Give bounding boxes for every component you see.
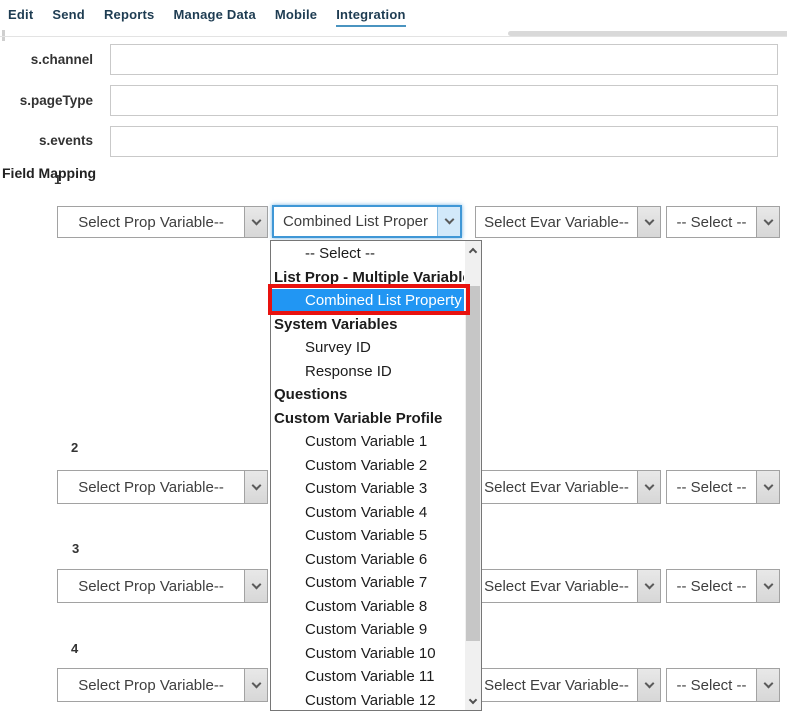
dropdown-option[interactable]: Custom Variable 9 — [271, 618, 464, 642]
dropdown-option[interactable]: Custom Variable 7 — [271, 571, 464, 595]
chevron-down-icon — [637, 471, 660, 503]
nav-divider — [0, 36, 787, 37]
chevron-down-icon — [244, 570, 267, 602]
dropdown-option[interactable]: Custom Variable 1 — [271, 430, 464, 454]
chevron-down-icon — [637, 669, 660, 701]
row-number-4: 4 — [71, 641, 78, 656]
select-value: Select Evar Variable-- — [476, 207, 637, 237]
dropdown-group-header: Questions — [271, 383, 464, 407]
select-value: -- Select -- — [667, 570, 756, 602]
dropdown-option[interactable]: -- Select -- — [271, 242, 464, 266]
events-input[interactable] — [110, 126, 778, 157]
select-value: -- Select -- — [667, 207, 756, 237]
chevron-down-icon — [244, 471, 267, 503]
channel-label: s.channel — [0, 52, 93, 67]
nav-tab-manage-data[interactable]: Manage Data — [173, 7, 255, 27]
prop-variable-select-4[interactable]: Select Prop Variable-- — [57, 668, 268, 702]
nav-tab-edit[interactable]: Edit — [8, 7, 33, 27]
evar-variable-select-3[interactable]: Select Evar Variable-- — [475, 569, 661, 603]
dropdown-option[interactable]: Custom Variable 8 — [271, 595, 464, 619]
chevron-down-icon — [756, 471, 779, 503]
row-number-3: 3 — [72, 541, 79, 556]
evar-variable-select-4[interactable]: Select Evar Variable-- — [475, 668, 661, 702]
dropdown-option[interactable]: Custom Variable 12 — [271, 689, 464, 713]
channel-input[interactable] — [110, 44, 778, 75]
evar-variable-select-1[interactable]: Select Evar Variable-- — [475, 206, 661, 238]
select-value: Select Prop Variable-- — [58, 669, 244, 701]
dropdown-option[interactable]: Response ID — [271, 360, 464, 384]
prop-variable-select-2[interactable]: Select Prop Variable-- — [57, 470, 268, 504]
prop-variable-select-1[interactable]: Select Prop Variable-- — [57, 206, 268, 238]
evar-variable-select-2[interactable]: Select Evar Variable-- — [475, 470, 661, 504]
dropdown-group-header: System Variables — [271, 313, 464, 337]
dropdown-option[interactable]: Custom Variable 3 — [271, 477, 464, 501]
event-select-1[interactable]: -- Select -- — [666, 206, 780, 238]
select-value: Combined List Proper — [274, 207, 437, 236]
select-value: Select Prop Variable-- — [58, 471, 244, 503]
select-value: -- Select -- — [667, 669, 756, 701]
chevron-down-icon — [756, 207, 779, 237]
dropdown-group-header: List Prop - Multiple Variable — [271, 266, 464, 290]
dropdown-option-selected[interactable]: Combined List Property — [271, 289, 464, 313]
scroll-down-icon[interactable] — [465, 693, 481, 709]
row-number-1: 1 — [54, 172, 61, 187]
nav-tab-reports[interactable]: Reports — [104, 7, 155, 27]
select-value: Select Evar Variable-- — [476, 669, 637, 701]
dropdown-group-header: Custom Variable Profile — [271, 407, 464, 431]
chevron-down-icon — [244, 669, 267, 701]
pagetype-label: s.pageType — [0, 93, 93, 108]
chevron-down-icon — [437, 207, 460, 236]
scroll-up-icon[interactable] — [465, 242, 481, 258]
event-select-4[interactable]: -- Select -- — [666, 668, 780, 702]
dropdown-scrollbar[interactable] — [465, 241, 481, 710]
select-value: Select Prop Variable-- — [58, 570, 244, 602]
event-select-2[interactable]: -- Select -- — [666, 470, 780, 504]
nav-tab-mobile[interactable]: Mobile — [275, 7, 317, 27]
select-value: Select Prop Variable-- — [58, 207, 244, 237]
integration-page: Edit Send Reports Manage Data Mobile Int… — [0, 0, 787, 715]
dropdown-option[interactable]: Custom Variable 4 — [271, 501, 464, 525]
dropdown-option[interactable]: Custom Variable 2 — [271, 454, 464, 478]
chevron-down-icon — [637, 570, 660, 602]
dropdown-option[interactable]: Custom Variable 10 — [271, 642, 464, 666]
scrollbar-thumb[interactable] — [466, 286, 480, 641]
event-select-3[interactable]: -- Select -- — [666, 569, 780, 603]
dropdown-option[interactable]: Custom Variable 6 — [271, 548, 464, 572]
top-nav: Edit Send Reports Manage Data Mobile Int… — [8, 7, 406, 27]
field-mapping-title: Field Mapping — [2, 165, 96, 181]
nav-tab-integration[interactable]: Integration — [336, 7, 405, 27]
section-divider-bar — [508, 31, 787, 36]
dropdown-option[interactable]: Custom Variable 5 — [271, 524, 464, 548]
nav-tab-send[interactable]: Send — [52, 7, 85, 27]
chevron-down-icon — [637, 207, 660, 237]
select-value: Select Evar Variable-- — [476, 471, 637, 503]
prop-variable-select-3[interactable]: Select Prop Variable-- — [57, 569, 268, 603]
select-value: -- Select -- — [667, 471, 756, 503]
dropdown-option[interactable]: Custom Variable 11 — [271, 665, 464, 689]
events-label: s.events — [0, 133, 93, 148]
pagetype-input[interactable] — [110, 85, 778, 116]
dropdown-option-list: -- Select -- List Prop - Multiple Variab… — [271, 242, 464, 712]
list-prop-dropdown-panel: -- Select -- List Prop - Multiple Variab… — [270, 240, 482, 711]
dropdown-option[interactable]: Survey ID — [271, 336, 464, 360]
chevron-down-icon — [756, 669, 779, 701]
select-value: Select Evar Variable-- — [476, 570, 637, 602]
chevron-down-icon — [244, 207, 267, 237]
list-prop-select-1[interactable]: Combined List Proper — [272, 205, 462, 238]
row-number-2: 2 — [71, 440, 78, 455]
chevron-down-icon — [756, 570, 779, 602]
